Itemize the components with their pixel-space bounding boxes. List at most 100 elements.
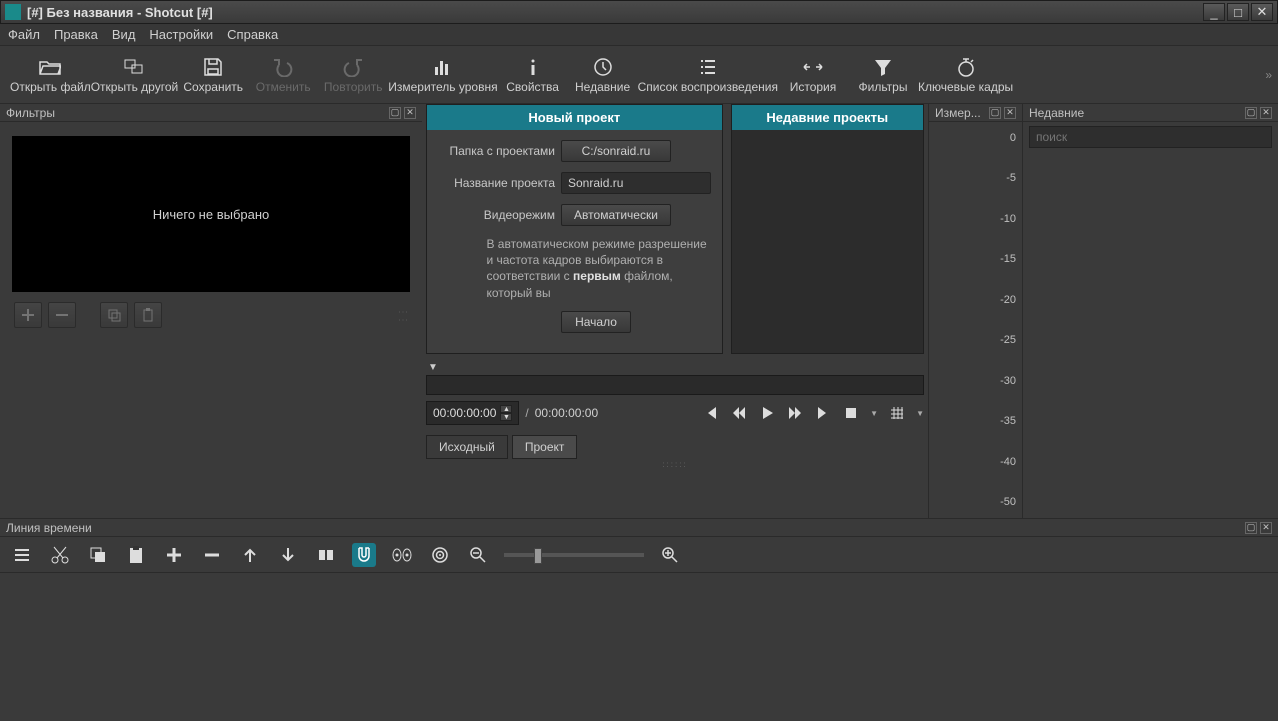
open-file-label: Открыть файл: [10, 80, 91, 94]
menu-help[interactable]: Справка: [227, 27, 278, 42]
panel-drag-handle[interactable]: ⋮⋮: [402, 307, 408, 323]
close-button[interactable]: ✕: [1251, 3, 1273, 21]
project-folder-button[interactable]: C:/sonraid.ru: [561, 140, 671, 162]
scrub-audio-button[interactable]: [390, 543, 414, 567]
history-label: История: [790, 80, 837, 94]
filters-float-button[interactable]: ▢: [389, 107, 401, 119]
menu-settings[interactable]: Настройки: [149, 27, 213, 42]
tc-down[interactable]: ▼: [500, 413, 512, 421]
recent-projects-box: Недавние проекты: [731, 104, 924, 354]
toolbar-overflow-icon[interactable]: »: [1265, 68, 1272, 82]
zoom-out-button[interactable]: [466, 543, 490, 567]
copy-filter-button[interactable]: [100, 302, 128, 328]
paste-filter-button[interactable]: [134, 302, 162, 328]
meter-tick: -35: [1000, 415, 1016, 427]
list-icon: [697, 56, 719, 78]
undo-icon: [272, 56, 294, 78]
undo-button[interactable]: Отменить: [248, 47, 318, 103]
keyframes-button[interactable]: Ключевые кадры: [918, 47, 1013, 103]
copy-button[interactable]: [86, 543, 110, 567]
cut-button[interactable]: [48, 543, 72, 567]
add-filter-button[interactable]: [14, 302, 42, 328]
playlist-label: Список воспроизведения: [638, 80, 778, 94]
open-other-label: Открыть другой: [91, 80, 179, 94]
append-button[interactable]: [162, 543, 186, 567]
play-button[interactable]: [758, 404, 776, 422]
timeline-float-button[interactable]: ▢: [1245, 522, 1257, 534]
redo-label: Повторить: [324, 80, 383, 94]
recent-button[interactable]: Недавние: [568, 47, 638, 103]
timecode-current[interactable]: 00:00:00:00 ▲▼: [426, 401, 519, 425]
filters-close-button[interactable]: ✕: [404, 107, 416, 119]
peak-meter-label: Измеритель уровня: [388, 80, 497, 94]
project-name-input[interactable]: [561, 172, 711, 194]
paste-button[interactable]: [124, 543, 148, 567]
menu-edit[interactable]: Правка: [54, 27, 98, 42]
recent-float-button[interactable]: ▢: [1245, 107, 1257, 119]
player-tabs: Исходный Проект: [426, 435, 924, 459]
transport-bar: 00:00:00:00 ▲▼ / 00:00:00:00 ▼ ▼: [426, 401, 924, 425]
peak-meter-button[interactable]: Измеритель уровня: [388, 47, 497, 103]
folder-open-icon: [39, 56, 61, 78]
tab-project[interactable]: Проект: [512, 435, 578, 459]
filters-button[interactable]: Фильтры: [848, 47, 918, 103]
fast-forward-button[interactable]: [786, 404, 804, 422]
meter-float-button[interactable]: ▢: [989, 107, 1001, 119]
main-area: Фильтры ▢ ✕ Ничего не выбрано ⋮⋮ Новый п…: [0, 104, 1278, 518]
video-mode-button[interactable]: Автоматически: [561, 204, 671, 226]
overwrite-button[interactable]: [276, 543, 300, 567]
seek-bar[interactable]: [426, 375, 924, 395]
recent-close-button[interactable]: ✕: [1260, 107, 1272, 119]
tc-up[interactable]: ▲: [500, 405, 512, 413]
minimize-button[interactable]: _: [1203, 3, 1225, 21]
menu-file[interactable]: Файл: [8, 27, 40, 42]
tab-source[interactable]: Исходный: [426, 435, 508, 459]
meter-tick: -25: [1000, 334, 1016, 346]
timeline-toolbar: [0, 537, 1278, 573]
zoom-fit-button[interactable]: [842, 404, 860, 422]
grid-button[interactable]: [888, 404, 906, 422]
ripple-button[interactable]: [428, 543, 452, 567]
save-button[interactable]: Сохранить: [178, 47, 248, 103]
start-button[interactable]: Начало: [561, 311, 631, 333]
open-other-button[interactable]: Открыть другой: [91, 47, 179, 103]
redo-button[interactable]: Повторить: [318, 47, 388, 103]
recent-projects-title: Недавние проекты: [732, 105, 923, 130]
new-project-title: Новый проект: [427, 105, 722, 130]
dropdown1-icon[interactable]: ▼: [870, 409, 878, 418]
meter-close-button[interactable]: ✕: [1004, 107, 1016, 119]
lift-button[interactable]: [238, 543, 262, 567]
equalizer-icon: [432, 56, 454, 78]
timeline-menu-button[interactable]: [10, 543, 34, 567]
open-file-button[interactable]: Открыть файл: [10, 47, 91, 103]
save-label: Сохранить: [183, 80, 243, 94]
app-icon: [5, 4, 21, 20]
split-button[interactable]: [314, 543, 338, 567]
center-panel: Новый проект Папка с проектами C:/sonrai…: [422, 104, 928, 518]
remove-filter-button[interactable]: [48, 302, 76, 328]
maximize-button[interactable]: □: [1227, 3, 1249, 21]
meter-tick: -40: [1000, 456, 1016, 468]
history-button[interactable]: История: [778, 47, 848, 103]
redo-icon: [342, 56, 364, 78]
recent-search-input[interactable]: [1029, 126, 1272, 148]
snap-button[interactable]: [352, 543, 376, 567]
splitter-handle[interactable]: ::::::: [426, 459, 924, 470]
menu-view[interactable]: Вид: [112, 27, 136, 42]
timecode-total: 00:00:00:00: [535, 406, 598, 420]
filters-preview: Ничего не выбрано: [12, 136, 410, 292]
zoom-slider[interactable]: [504, 553, 644, 557]
remove-button[interactable]: [200, 543, 224, 567]
filters-panel-title: Фильтры: [6, 106, 55, 120]
zoom-in-button[interactable]: [658, 543, 682, 567]
properties-button[interactable]: Свойства: [498, 47, 568, 103]
playlist-button[interactable]: Список воспроизведения: [638, 47, 778, 103]
timeline-close-button[interactable]: ✕: [1260, 522, 1272, 534]
filters-button-row: ⋮⋮: [6, 298, 416, 332]
rewind-button[interactable]: [730, 404, 748, 422]
skip-start-button[interactable]: [702, 404, 720, 422]
skip-end-button[interactable]: [814, 404, 832, 422]
meter-tick: -15: [1000, 253, 1016, 265]
timeline-tracks[interactable]: [0, 573, 1278, 713]
dropdown2-icon[interactable]: ▼: [916, 409, 924, 418]
